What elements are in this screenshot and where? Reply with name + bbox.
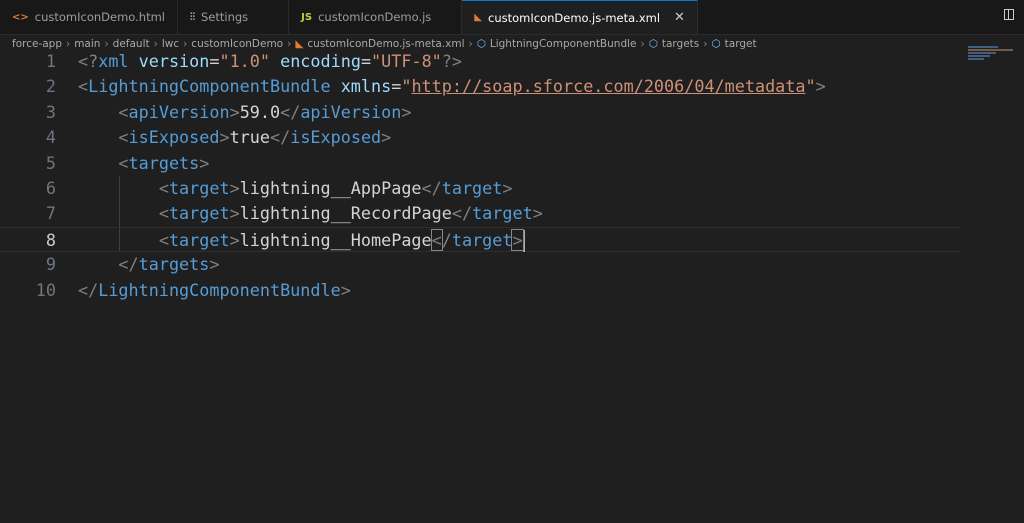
code-line: 7 <target>lightning__RecordPage</target> — [0, 201, 1024, 227]
rss-xml-icon: ◣ — [474, 12, 482, 23]
tab-label: Settings — [200, 10, 249, 24]
code-line: 1 <?xml version="1.0" encoding="UTF-8"?> — [0, 49, 1024, 74]
tab-settings[interactable]: ⫶⫶ Settings — [178, 0, 290, 34]
code-line: 2 <LightningComponentBundle xmlns="http:/… — [0, 74, 1024, 99]
code-line: 10 </LightningComponentBundle> — [0, 278, 1024, 303]
js-icon: JS — [301, 11, 313, 23]
html-icon: <> — [12, 11, 29, 23]
line-number: 2 — [45, 76, 56, 97]
code-line: 5 <targets> — [0, 151, 1024, 176]
line-number: 5 — [45, 152, 56, 173]
tab-meta-xml[interactable]: ◣ customIconDemo.js-meta.xml ✕ — [462, 0, 698, 34]
line-number: 9 — [45, 254, 56, 275]
code-line: 9 </targets> — [0, 252, 1024, 277]
line-number: 6 — [45, 177, 56, 198]
line-number: 7 — [45, 203, 56, 224]
code-line: 6 <target>lightning__AppPage</target> — [0, 175, 1024, 202]
code-line: 3 <apiVersion>59.0</apiVersion> — [0, 100, 1024, 125]
line-number: 8 — [45, 229, 56, 250]
line-number: 1 — [45, 51, 56, 71]
tab-label: customIconDemo.html — [34, 10, 165, 24]
close-icon[interactable]: ✕ — [674, 10, 685, 25]
tab-html[interactable]: <> customIconDemo.html — [0, 0, 178, 34]
split-editor-icon[interactable] — [1004, 9, 1014, 20]
code-line: 4 <isExposed>true</isExposed> — [0, 125, 1024, 150]
line-number: 10 — [35, 279, 56, 300]
tab-bar: <> customIconDemo.html ⫶⫶ Settings JS custo… — [0, 0, 1024, 35]
code-line-current: 8 <target>lightning__HomePage</target> — [0, 226, 960, 253]
line-number: 3 — [45, 101, 56, 122]
link[interactable]: http://soap.sforce.com/2006/04/metadata — [411, 76, 805, 96]
tab-label: customIconDemo.js-meta.xml — [488, 10, 661, 25]
tab-label: customIconDemo.js — [318, 10, 432, 24]
text-cursor — [522, 229, 525, 252]
line-number: 4 — [45, 127, 56, 148]
settings-icon: ⫶⫶ — [189, 11, 195, 23]
code-editor[interactable]: 1 <?xml version="1.0" encoding="UTF-8"?> … — [0, 49, 1024, 303]
tab-js[interactable]: JS customIconDemo.js — [289, 0, 463, 34]
